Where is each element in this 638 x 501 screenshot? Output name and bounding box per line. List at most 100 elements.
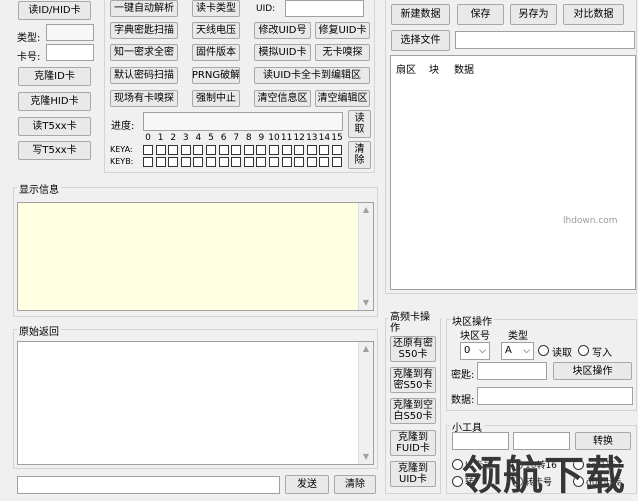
antenna-voltage-button[interactable]: 天线电压 xyxy=(192,22,240,39)
restore-s50-button[interactable]: 还原有密S50卡 xyxy=(390,336,436,362)
scroll-up-icon[interactable]: ▲ xyxy=(359,342,373,356)
keya-checkbox[interactable] xyxy=(143,145,153,155)
command-input[interactable] xyxy=(17,476,280,494)
read-t5xx-button[interactable]: 读T5xx卡 xyxy=(18,117,91,136)
scroll-down-icon[interactable]: ▼ xyxy=(359,296,373,310)
clear-info-button[interactable]: 清空信息区 xyxy=(254,90,311,107)
keyb-checkbox[interactable] xyxy=(231,157,242,167)
keya-checkbox[interactable] xyxy=(168,145,179,155)
keya-checkbox[interactable] xyxy=(319,145,330,155)
select-file-button[interactable]: 选择文件 xyxy=(391,30,450,51)
compare-data-button[interactable]: 对比数据 xyxy=(563,4,624,25)
card-no-label: 卡号: xyxy=(17,52,41,63)
read-card-type-button[interactable]: 读卡类型 xyxy=(192,0,240,17)
keyb-label: KEYB: xyxy=(110,157,134,166)
keyb-checkbox[interactable] xyxy=(206,157,216,167)
block-op-button[interactable]: 块区操作 xyxy=(553,362,632,380)
keya-checkbox[interactable] xyxy=(218,145,229,155)
keya-checkbox[interactable] xyxy=(206,145,216,155)
keyb-checkbox[interactable] xyxy=(332,157,342,167)
clone-fuid-button[interactable]: 克隆到FUID卡 xyxy=(390,430,436,456)
default-key-scan-button[interactable]: 默认密码扫描 xyxy=(110,67,178,84)
keya-checkbox[interactable] xyxy=(231,145,242,155)
col-sector-header[interactable]: 扇区 xyxy=(396,61,416,76)
modify-uid-button[interactable]: 修改UID号 xyxy=(254,22,311,39)
block-type-select[interactable]: A ⌵ xyxy=(501,342,534,360)
file-path-input[interactable] xyxy=(455,31,635,49)
keya-checkbox[interactable] xyxy=(243,145,254,155)
simulate-uid-button[interactable]: 模拟UID卡 xyxy=(254,44,311,61)
read-keys-button[interactable]: 读取 xyxy=(348,110,371,138)
keya-label: KEYA: xyxy=(110,145,133,154)
clone-hid-button[interactable]: 克隆HID卡 xyxy=(18,92,91,111)
auto-parse-button[interactable]: 一键自动解析 xyxy=(110,0,178,17)
save-as-button[interactable]: 另存为 xyxy=(510,4,557,25)
display-info-textarea[interactable]: ▲ ▼ xyxy=(17,202,374,311)
clone-id-button[interactable]: 克隆ID卡 xyxy=(18,67,91,86)
clear-command-button[interactable]: 清除 xyxy=(334,475,376,494)
scroll-down-icon[interactable]: ▼ xyxy=(359,450,373,464)
clone-keyed-s50-button[interactable]: 克隆到有密S50卡 xyxy=(390,367,436,393)
force-stop-button[interactable]: 强制中止 xyxy=(192,90,240,107)
keyb-checkbox[interactable] xyxy=(306,157,317,167)
keya-checkbox[interactable] xyxy=(256,145,267,155)
keya-checkbox[interactable] xyxy=(155,145,166,155)
keya-checkbox[interactable] xyxy=(294,145,305,155)
block-data-input[interactable] xyxy=(477,387,633,405)
keyb-checkbox[interactable] xyxy=(168,157,179,167)
keyb-checkbox[interactable] xyxy=(269,157,279,167)
write-t5xx-button[interactable]: 写T5xx卡 xyxy=(18,141,91,160)
raw-return-textarea[interactable]: ▲ ▼ xyxy=(17,341,374,465)
keya-checkbox[interactable] xyxy=(193,145,204,155)
know-one-key-button[interactable]: 知一密求全密 xyxy=(110,44,178,61)
raw-return-scrollbar[interactable]: ▲ ▼ xyxy=(358,342,373,464)
save-button[interactable]: 保存 xyxy=(457,4,504,25)
data-list[interactable]: 扇区 块 数据 xyxy=(390,55,636,290)
keya-checkbox[interactable] xyxy=(281,145,292,155)
clear-keys-button[interactable]: 清除 xyxy=(348,141,371,169)
keya-checkbox[interactable] xyxy=(180,145,191,155)
keyb-checkbox[interactable] xyxy=(180,157,191,167)
clear-edit-button[interactable]: 清空编辑区 xyxy=(315,90,370,107)
clone-uid-button[interactable]: 克隆到UID卡 xyxy=(390,461,436,487)
field-card-sniff-button[interactable]: 现场有卡嗅探 xyxy=(110,90,178,107)
read-uid-full-button[interactable]: 读UID卡全卡到编辑区 xyxy=(254,67,370,84)
type-field[interactable] xyxy=(46,24,94,41)
display-info-scrollbar[interactable]: ▲ ▼ xyxy=(358,203,373,310)
keyb-checkbox[interactable] xyxy=(243,157,254,167)
keyb-checkbox[interactable] xyxy=(281,157,292,167)
sector-number: 10 xyxy=(268,133,280,143)
data-label: 数据: xyxy=(451,395,475,406)
keyb-checkbox[interactable] xyxy=(256,157,267,167)
new-data-button[interactable]: 新建数据 xyxy=(391,4,450,25)
col-data-header[interactable]: 数据 xyxy=(454,61,474,76)
keyb-checkbox[interactable] xyxy=(294,157,305,167)
repair-uid-button[interactable]: 修复UID卡 xyxy=(315,22,370,39)
key-input[interactable] xyxy=(477,362,547,380)
keyb-checkbox[interactable] xyxy=(193,157,204,167)
dict-scan-button[interactable]: 字典密匙扫描 xyxy=(110,22,178,39)
read-id-hid-button[interactable]: 读ID/HID卡 xyxy=(18,1,91,20)
keyb-checkbox[interactable] xyxy=(155,157,166,167)
block-no-label: 块区号 xyxy=(460,331,490,342)
read-radio[interactable] xyxy=(538,345,549,356)
card-no-input[interactable] xyxy=(46,44,94,61)
keya-checkbox[interactable] xyxy=(332,145,342,155)
col-block-header[interactable]: 块 xyxy=(429,61,439,76)
block-no-select[interactable]: 0 ⌵ xyxy=(460,342,490,360)
keyb-checkbox[interactable] xyxy=(218,157,229,167)
no-card-sniff-button[interactable]: 无卡嗅探 xyxy=(315,44,370,61)
scroll-up-icon[interactable]: ▲ xyxy=(359,203,373,217)
prng-crack-button[interactable]: PRNG破解 xyxy=(192,67,240,84)
keya-checkbox[interactable] xyxy=(269,145,279,155)
keyb-checkbox[interactable] xyxy=(319,157,330,167)
sector-number: 15 xyxy=(331,133,343,143)
sector-number: 3 xyxy=(182,133,189,143)
firmware-version-button[interactable]: 固件版本 xyxy=(192,44,240,61)
keya-checkbox[interactable] xyxy=(306,145,317,155)
clone-empty-s50-button[interactable]: 克隆到空白S50卡 xyxy=(390,398,436,424)
send-button[interactable]: 发送 xyxy=(285,475,329,494)
keyb-checkbox[interactable] xyxy=(143,157,153,167)
write-radio[interactable] xyxy=(578,345,589,356)
uid-input[interactable] xyxy=(285,0,364,17)
